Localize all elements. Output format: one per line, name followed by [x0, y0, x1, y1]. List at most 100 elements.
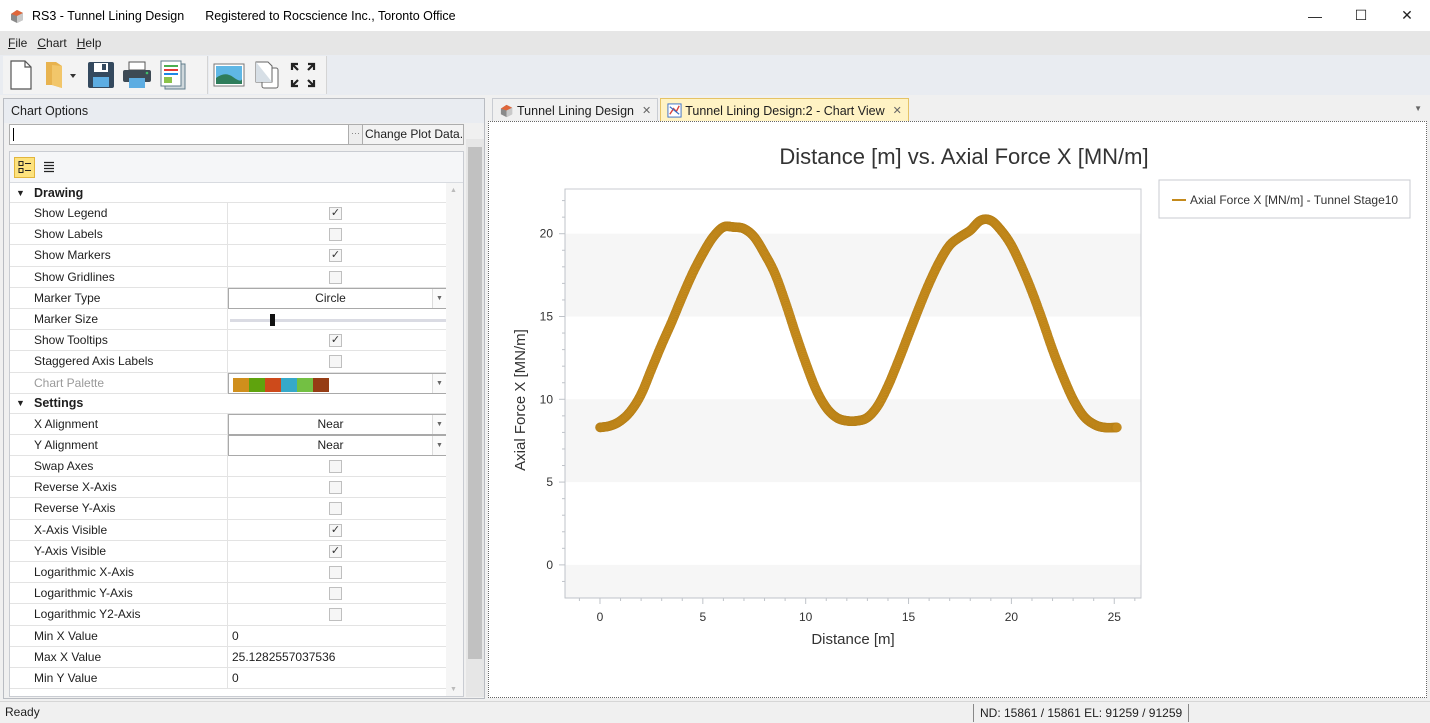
scroll-down-icon[interactable]: ▼	[450, 686, 457, 693]
report-button[interactable]	[155, 57, 191, 93]
panel-scrollbar-thumb[interactable]	[468, 147, 482, 659]
tab-overflow-icon[interactable]: ▼	[1414, 104, 1422, 113]
reverse-x-axis-checkbox[interactable]	[329, 481, 342, 495]
chevron-down-icon[interactable]: ▼	[432, 288, 446, 308]
y-alignment-dropdown[interactable]: Near ▼	[228, 434, 447, 457]
chevron-down-icon[interactable]: ▼	[16, 398, 28, 408]
property-logarithmic-y-axis[interactable]: Logarithmic Y-Axis	[10, 583, 447, 605]
property-value[interactable]	[228, 498, 447, 518]
property-value[interactable]: ✓	[228, 203, 447, 223]
maximize-button[interactable]: ☐	[1338, 0, 1384, 31]
staggered-axis-labels-checkbox[interactable]	[329, 355, 342, 369]
property-value[interactable]: Near ▼	[228, 413, 447, 435]
marker-type-dropdown[interactable]: Circle ▼	[228, 287, 447, 309]
show-markers-checkbox[interactable]: ✓	[329, 249, 342, 263]
new-button[interactable]	[3, 57, 39, 93]
property-value[interactable]	[228, 267, 447, 287]
property-swap-axes[interactable]: Swap Axes	[10, 456, 447, 478]
property-value[interactable]: 0	[228, 668, 447, 688]
property-min-y-value[interactable]: Min Y Value 0	[10, 667, 447, 690]
tab-close-icon[interactable]: ✕	[893, 104, 902, 117]
logarithmic-y-axis-checkbox[interactable]	[329, 587, 342, 601]
property-min-x-value[interactable]: Min X Value 0	[10, 625, 447, 647]
property-chart-palette[interactable]: Chart Palette ▼	[10, 372, 447, 394]
menu-file[interactable]: File	[4, 36, 31, 50]
property-value[interactable]: Near ▼	[228, 434, 447, 457]
tab-tunnel-lining-design[interactable]: Tunnel Lining Design ✕	[492, 98, 659, 122]
chevron-down-icon[interactable]: ▼	[432, 373, 446, 393]
logarithmic-x-axis-checkbox[interactable]	[329, 566, 342, 579]
chevron-down-icon[interactable]: ▼	[16, 188, 28, 198]
property-max-x-value[interactable]: Max X Value 25.1282557037536	[10, 646, 447, 668]
menu-chart[interactable]: Chart	[33, 36, 70, 50]
property-show-markers[interactable]: Show Markers ✓	[10, 245, 447, 267]
category-drawing[interactable]: ▼ Drawing	[10, 183, 447, 203]
property-value[interactable]: ✓	[228, 520, 447, 540]
categorized-view-button[interactable]	[14, 156, 35, 178]
data-point[interactable]	[1112, 422, 1122, 433]
property-logarithmic-y2-axis[interactable]: Logarithmic Y2-Axis	[10, 604, 447, 626]
property-y-alignment[interactable]: Y Alignment Near ▼	[10, 434, 447, 457]
property-show-labels[interactable]: Show Labels	[10, 224, 447, 246]
scroll-up-icon[interactable]: ▲	[450, 187, 457, 194]
panel-scrollbar[interactable]	[466, 139, 484, 697]
chevron-down-icon[interactable]: ▼	[432, 414, 446, 434]
property-show-legend[interactable]: Show Legend ✓	[10, 203, 447, 225]
alphabetical-view-button[interactable]	[38, 157, 59, 178]
reverse-y-axis-checkbox[interactable]	[329, 502, 342, 516]
print-button[interactable]	[119, 57, 155, 93]
property-value[interactable]: ✓	[228, 541, 447, 561]
copy-button[interactable]	[249, 57, 285, 93]
show-labels-checkbox[interactable]	[329, 228, 342, 242]
show-tooltips-checkbox[interactable]: ✓	[329, 334, 342, 348]
x-axis-visible-checkbox[interactable]: ✓	[329, 523, 342, 537]
min-y-value-value[interactable]: 0	[232, 671, 239, 685]
property-reverse-x-axis[interactable]: Reverse X-Axis	[10, 477, 447, 499]
property-value[interactable]: 25.1282557037536	[228, 647, 447, 667]
chevron-down-icon[interactable]: ▼	[432, 435, 446, 456]
show-legend-checkbox[interactable]: ✓	[329, 207, 342, 220]
swap-axes-checkbox[interactable]	[329, 460, 342, 474]
y-axis-visible-checkbox[interactable]: ✓	[329, 544, 342, 558]
property-show-tooltips[interactable]: Show Tooltips ✓	[10, 330, 447, 352]
property-value[interactable]	[228, 562, 447, 582]
property-value[interactable]	[228, 351, 447, 371]
x-alignment-dropdown[interactable]: Near ▼	[228, 413, 447, 435]
change-plot-data-button[interactable]: Change Plot Data...	[363, 124, 464, 145]
save-button[interactable]	[83, 57, 119, 93]
fullscreen-button[interactable]	[285, 57, 321, 93]
property-staggered-axis-labels[interactable]: Staggered Axis Labels	[10, 351, 447, 373]
export-image-button[interactable]	[209, 57, 249, 93]
property-value[interactable]	[228, 583, 447, 603]
property-value[interactable]: ✓	[228, 245, 447, 265]
marker-size-slider-track[interactable]	[230, 318, 447, 322]
property-value[interactable]: ✓	[228, 330, 447, 350]
show-gridlines-checkbox[interactable]	[329, 270, 342, 284]
property-value[interactable]: ▼	[228, 372, 447, 394]
property-x-alignment[interactable]: X Alignment Near ▼	[10, 413, 447, 435]
plot-data-input[interactable]	[9, 124, 349, 145]
property-value[interactable]: 0	[228, 626, 447, 646]
menu-help[interactable]: Help	[73, 36, 106, 50]
property-logarithmic-x-axis[interactable]: Logarithmic X-Axis	[10, 562, 447, 584]
property-value[interactable]: Circle ▼	[228, 287, 447, 309]
property-reverse-y-axis[interactable]: Reverse Y-Axis	[10, 498, 447, 520]
property-value[interactable]	[228, 477, 447, 497]
property-grid-scrollbar[interactable]: ▲ ▼	[446, 183, 463, 696]
property-marker-size[interactable]: Marker Size	[10, 308, 447, 331]
open-button[interactable]	[39, 57, 83, 93]
logarithmic-y2-axis-checkbox[interactable]	[329, 608, 342, 622]
property-x-axis-visible[interactable]: X-Axis Visible ✓	[10, 519, 447, 541]
tab-chart-view[interactable]: Tunnel Lining Design:2 - Chart View ✕	[660, 98, 909, 122]
property-value[interactable]	[228, 456, 447, 476]
property-value[interactable]	[228, 309, 447, 329]
ellipsis-button[interactable]: ···	[349, 124, 363, 145]
property-value[interactable]	[228, 604, 447, 624]
property-marker-type[interactable]: Marker Type Circle ▼	[10, 287, 447, 309]
legend[interactable]: Axial Force X [MN/m] - Tunnel Stage10	[1158, 179, 1411, 219]
max-x-value-value[interactable]: 25.1282557037536	[232, 650, 335, 664]
close-button[interactable]: ✕	[1384, 0, 1430, 31]
property-value[interactable]	[228, 224, 447, 244]
chart-palette-dropdown[interactable]: ▼	[228, 372, 447, 394]
minimize-button[interactable]: —	[1292, 0, 1338, 31]
